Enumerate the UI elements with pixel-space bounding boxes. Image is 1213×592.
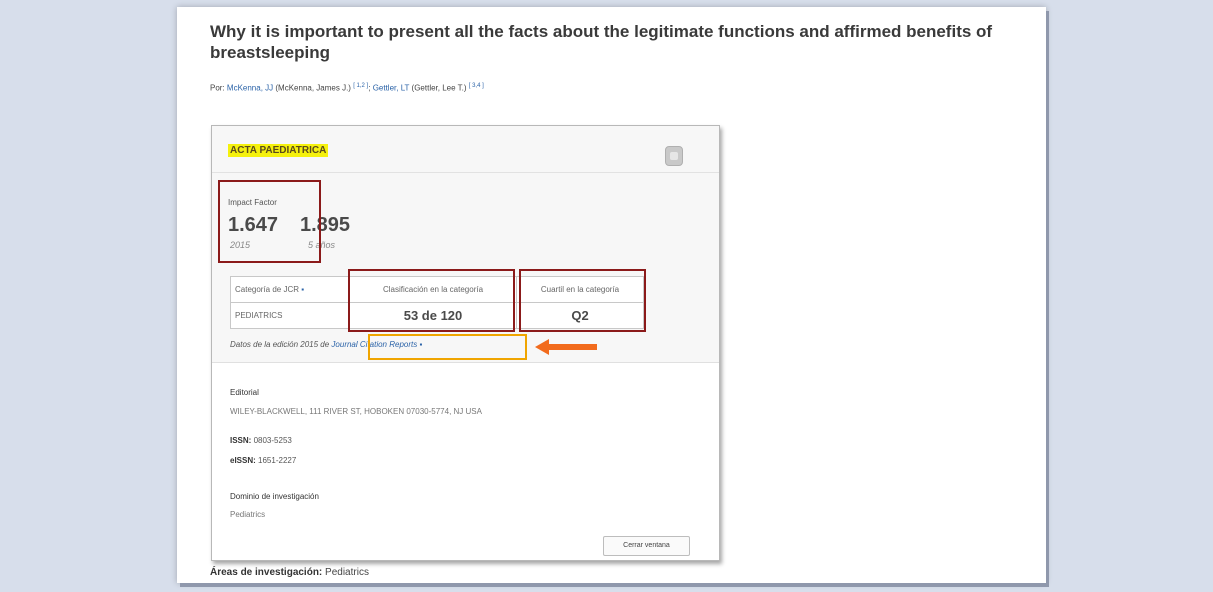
author-fullname-gettler: (Gettler, Lee T.) bbox=[411, 83, 467, 93]
popup-close-icon[interactable] bbox=[665, 146, 683, 166]
author-separator: ; bbox=[368, 83, 371, 93]
article-page: Why it is important to present all the f… bbox=[177, 7, 1046, 583]
issn-label: ISSN: bbox=[230, 436, 252, 445]
eissn-value: 1651-2227 bbox=[258, 456, 297, 465]
author-link-mckenna[interactable]: McKenna, JJ bbox=[227, 84, 273, 93]
editorial-label: Editorial bbox=[230, 388, 259, 397]
author-fullname-mckenna: (McKenna, James J.) bbox=[275, 83, 351, 93]
by-label: Por: bbox=[210, 83, 225, 93]
jcr-link-highlight-box bbox=[368, 334, 527, 360]
authors-line: Por: McKenna, JJ (McKenna, James J.) [ 1… bbox=[210, 83, 484, 93]
eissn: eISSN: 1651-2227 bbox=[230, 456, 296, 465]
header-category: Categoría de JCR ▪ bbox=[230, 276, 350, 303]
eissn-label: eISSN: bbox=[230, 456, 256, 465]
journal-info-popup: ACTA PAEDIATRICA Impact Factor 1.647 201… bbox=[211, 125, 720, 561]
rank-highlight-box bbox=[348, 269, 515, 332]
arrow-left-icon bbox=[535, 339, 597, 355]
issn: ISSN: 0803-5253 bbox=[230, 436, 292, 445]
issn-value: 0803-5253 bbox=[253, 436, 292, 445]
popup-divider bbox=[212, 172, 719, 173]
editorial-value: WILEY-BLACKWELL, 111 RIVER ST, HOBOKEN 0… bbox=[230, 407, 482, 416]
author-link-gettler[interactable]: Gettler, LT bbox=[373, 84, 410, 93]
close-window-button[interactable]: Cerrar ventana bbox=[603, 536, 690, 556]
info-icon[interactable]: ▪ bbox=[301, 285, 304, 294]
author-refs-mckenna[interactable]: [ 1,2 ] bbox=[353, 83, 368, 89]
research-areas-label: Áreas de investigación: bbox=[210, 567, 323, 578]
impact-factor-highlight-box bbox=[218, 180, 321, 263]
research-domain-label: Dominio de investigación bbox=[230, 492, 319, 501]
research-domain-value: Pediatrics bbox=[230, 510, 266, 519]
edition-text: Datos de la edición 2015 de bbox=[230, 340, 330, 349]
article-title: Why it is important to present all the f… bbox=[210, 22, 993, 62]
author-refs-gettler[interactable]: [ 3,4 ] bbox=[469, 83, 484, 89]
journal-name: ACTA PAEDIATRICA bbox=[228, 144, 329, 157]
quartile-highlight-box bbox=[519, 269, 646, 332]
research-areas: Áreas de investigación: Pediatrics bbox=[210, 567, 369, 578]
category-value: PEDIATRICS bbox=[230, 302, 350, 329]
research-areas-value: Pediatrics bbox=[325, 567, 369, 578]
